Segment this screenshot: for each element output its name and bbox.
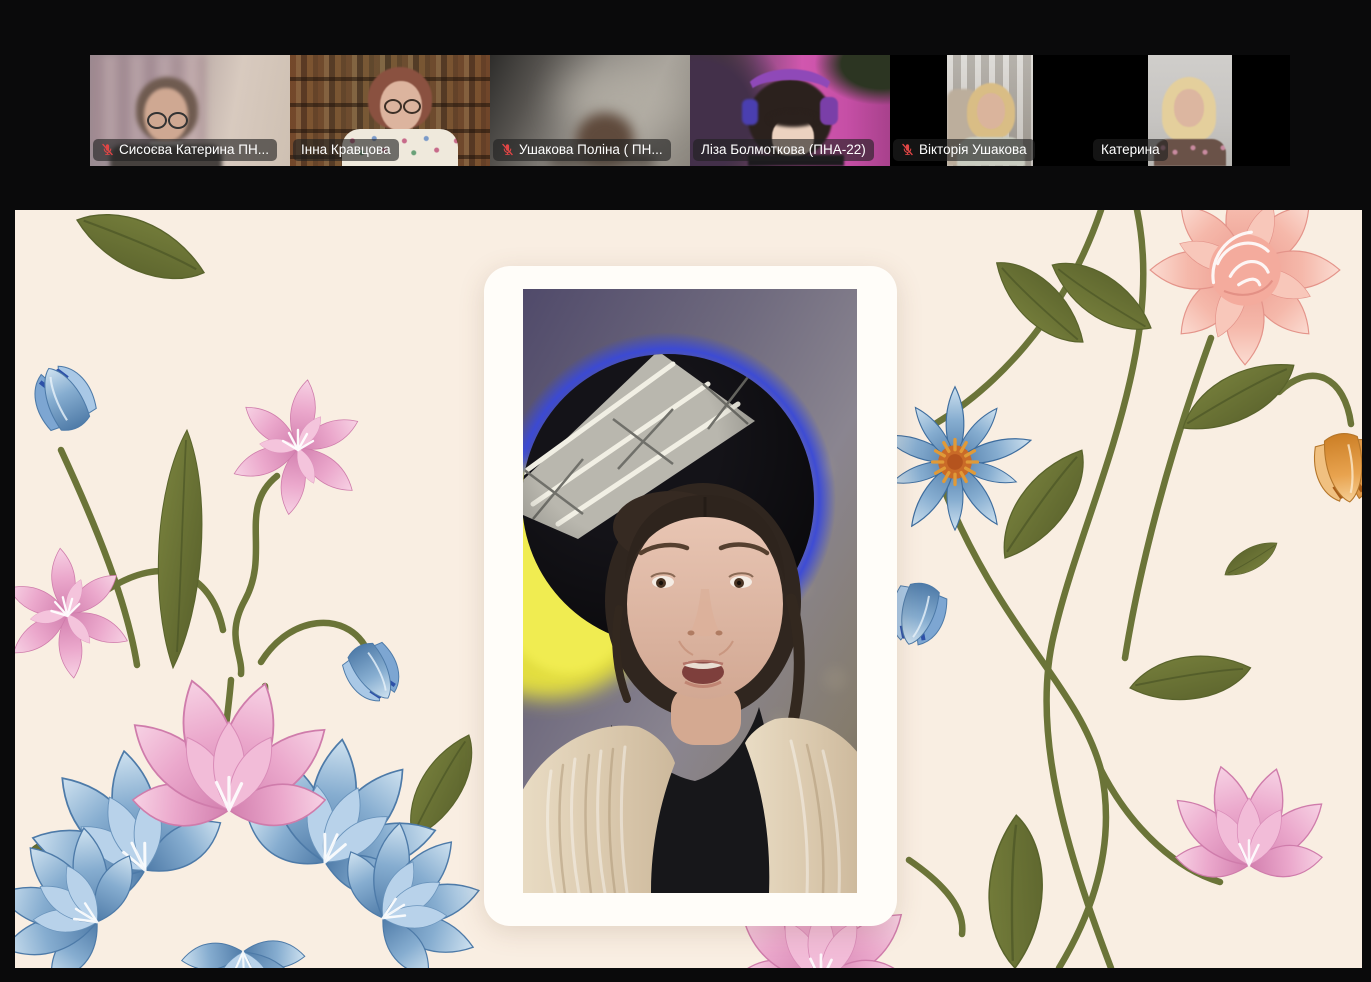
mic-muted-icon <box>501 143 514 156</box>
filmstrip: Сисоєва Катерина ПН... Інна Кравцова Уша… <box>90 55 1290 166</box>
participant-nameplate: Катерина <box>1093 139 1168 161</box>
participant-nameplate: Інна Кравцова <box>293 139 399 161</box>
participant-nameplate: Ушакова Поліна ( ПН... <box>493 139 671 161</box>
participant-name: Катерина <box>1101 141 1160 158</box>
mic-muted-icon <box>101 143 114 156</box>
participant-nameplate: Вікторія Ушакова <box>893 139 1035 161</box>
participant-tile[interactable]: Вікторія Ушакова <box>890 55 1090 166</box>
participant-nameplate: Ліза Болмоткова (ПНА-22) <box>693 139 874 161</box>
speaker-portrait-video <box>523 289 857 893</box>
participant-tile[interactable]: Ушакова Поліна ( ПН... <box>490 55 690 166</box>
participant-tile-active-speaker[interactable]: Ліза Болмоткова (ПНА-22) <box>690 55 890 166</box>
participant-tile[interactable]: Катерина <box>1090 55 1290 166</box>
portrait-card <box>484 266 897 926</box>
participant-name: Сисоєва Катерина ПН... <box>119 141 269 158</box>
participant-name: Ліза Болмоткова (ПНА-22) <box>701 141 866 158</box>
meeting-window: { "meeting": { "window_background": "#0a… <box>0 0 1371 982</box>
participant-tile[interactable]: Сисоєва Катерина ПН... <box>90 55 290 166</box>
mic-muted-icon <box>901 143 914 156</box>
participant-name: Вікторія Ушакова <box>919 141 1027 158</box>
participant-nameplate: Сисоєва Катерина ПН... <box>93 139 277 161</box>
participant-name: Ушакова Поліна ( ПН... <box>519 141 663 158</box>
screen-share-view <box>15 210 1362 968</box>
participant-name: Інна Кравцова <box>301 141 391 158</box>
participant-tile[interactable]: Інна Кравцова <box>290 55 490 166</box>
